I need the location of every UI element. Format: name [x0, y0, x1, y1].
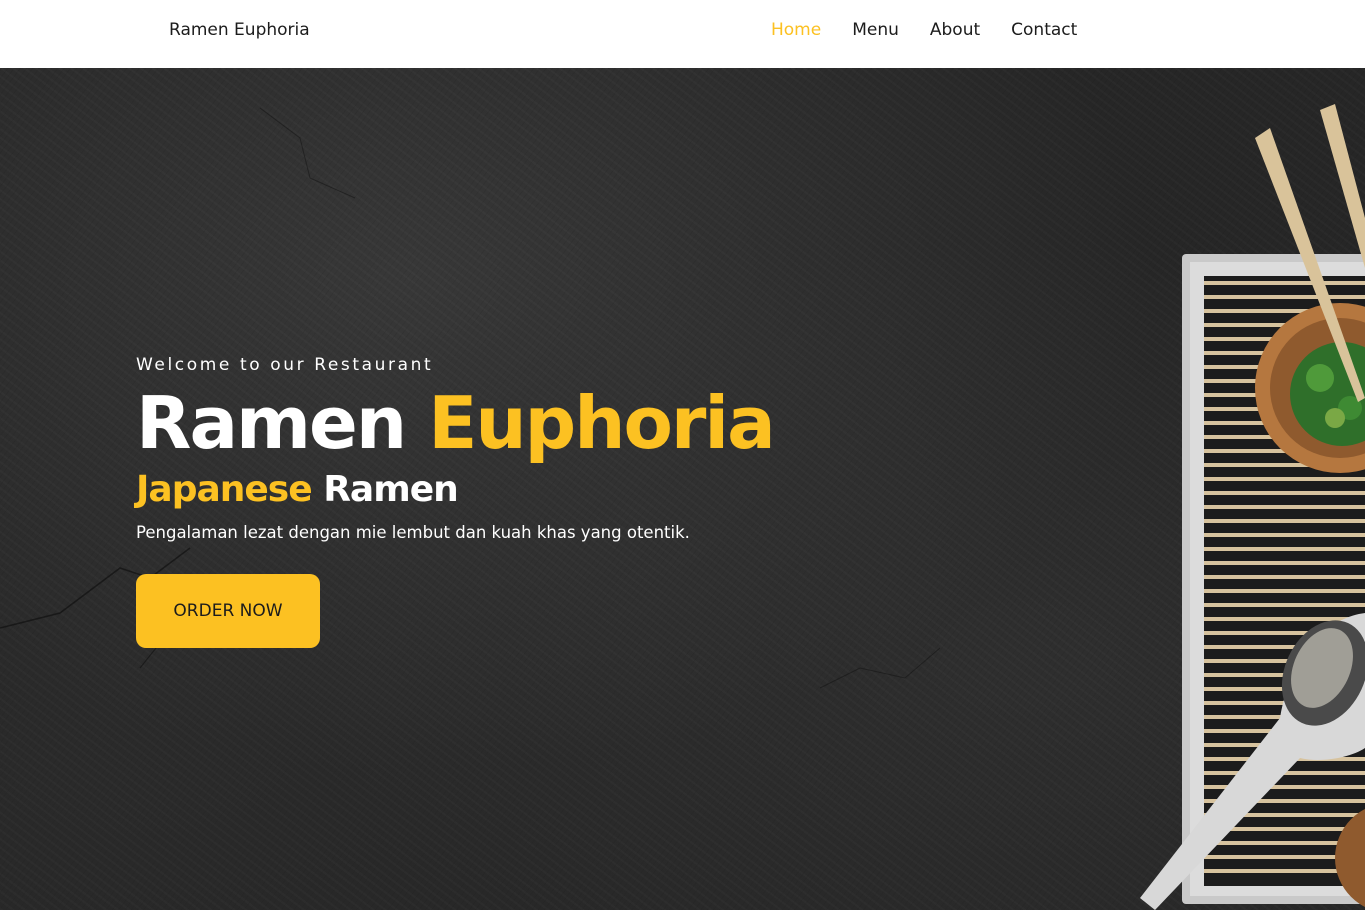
hero-title: Ramen Euphoria [136, 381, 776, 465]
hero-content: Welcome to our Restaurant Ramen Euphoria… [136, 355, 776, 648]
brand-logo-text[interactable]: Ramen Euphoria [169, 20, 310, 40]
hero-tagline: Welcome to our Restaurant [136, 355, 434, 375]
nav-link-contact[interactable]: Contact [1011, 20, 1077, 40]
nav-link-menu[interactable]: Menu [852, 20, 899, 40]
hero-section: Welcome to our Restaurant Ramen Euphoria… [0, 68, 1365, 910]
hero-title-ramen: Ramen [136, 381, 407, 465]
navbar: Ramen Euphoria Home Menu About Contact [0, 0, 1365, 68]
nav-link-about[interactable]: About [930, 20, 980, 40]
order-now-button[interactable]: ORDER NOW [136, 574, 320, 648]
hero-title-euphoria: Euphoria [428, 381, 775, 465]
ramen-table-photo [1140, 104, 1365, 910]
hero-subtitle-ramen: Ramen [323, 469, 459, 510]
hero-description: Pengalaman lezat dengan mie lembut dan k… [136, 523, 690, 542]
hero-subtitle: Japanese Ramen [136, 469, 774, 511]
nav-links: Home Menu About Contact [771, 20, 1108, 40]
nav-link-home[interactable]: Home [771, 20, 821, 40]
hero-subtitle-japanese: Japanese [136, 469, 313, 510]
